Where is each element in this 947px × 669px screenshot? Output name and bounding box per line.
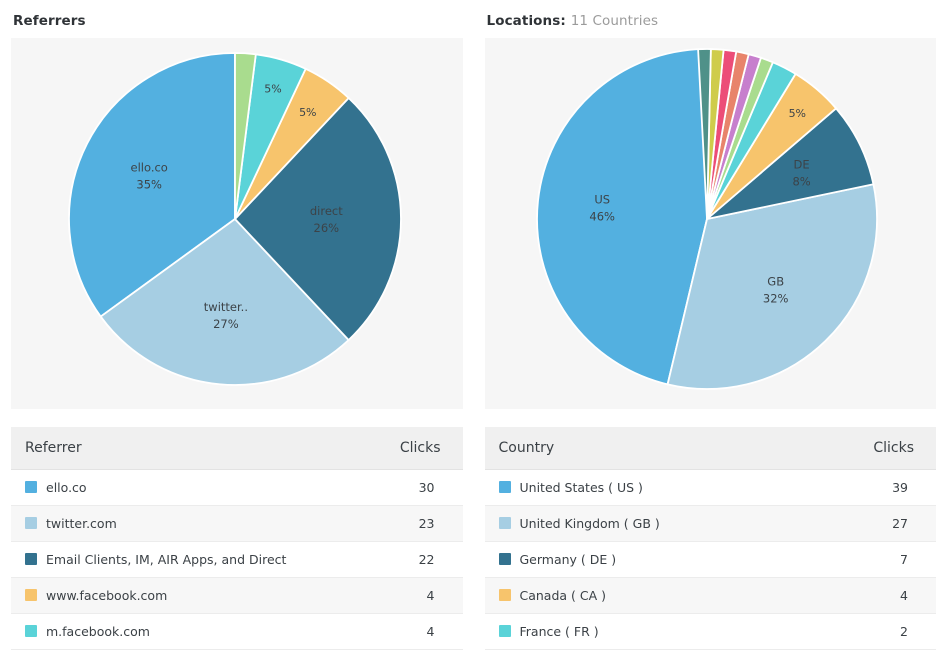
pie-slice-label: twitter..: [204, 300, 248, 314]
row-label: m.facebook.com: [46, 624, 150, 639]
row-label: France ( FR ): [519, 624, 599, 639]
locations-table-row[interactable]: United States ( US ) 39: [484, 469, 936, 506]
pie-slice-label: GB: [767, 275, 784, 289]
color-swatch-icon: [25, 553, 37, 565]
row-label-cell: United Kingdom ( GB ): [484, 505, 806, 542]
color-swatch-icon: [498, 589, 511, 601]
locations-header-row: Country Clicks: [484, 427, 936, 470]
locations-table-body: United States ( US ) 39 United Kingdom ( G…: [484, 469, 936, 650]
referrers-table-row[interactable]: ello.co 30: [11, 469, 463, 506]
locations-chart-panel: US 46% GB 32% DE 8% 5%: [484, 38, 936, 409]
pie-slice-percent: 26%: [314, 221, 340, 235]
pie-slice-label: ello.co: [131, 160, 168, 174]
pie-slice-percent: 5%: [264, 82, 281, 95]
row-clicks: 39: [805, 469, 936, 506]
referrers-table-row[interactable]: twitter.com 23: [11, 505, 463, 542]
referrers-col-clicks[interactable]: Clicks: [367, 427, 463, 470]
row-label-cell: Canada ( CA ): [484, 577, 806, 614]
pie-slice-percent: 32%: [762, 292, 788, 306]
color-swatch-icon: [25, 481, 37, 493]
referrers-table-row[interactable]: Email Clients, IM, AIR Apps, and Direct 2…: [11, 541, 463, 578]
row-label-cell: Germany ( DE ): [484, 541, 806, 578]
row-clicks: 23: [367, 505, 463, 542]
referrers-column: Referrers ello.co 35% twitter.. 27% direct 26…: [0, 0, 474, 650]
row-clicks: 2: [805, 613, 936, 650]
referrers-table-row[interactable]: www.facebook.com 4: [11, 577, 463, 614]
row-clicks: 27: [805, 505, 936, 542]
locations-table-row[interactable]: Canada ( CA ) 4: [484, 577, 936, 614]
dashboard-root: Referrers ello.co 35% twitter.. 27% direct 26…: [0, 0, 947, 650]
referrers-table-body: ello.co 30 twitter.com 23 Email Clients, IM,…: [11, 469, 463, 650]
locations-table: Country Clicks United States ( US ) 39 Uni…: [484, 427, 936, 650]
locations-title-text: Locations:: [486, 13, 566, 29]
pie-slice-percent: 5%: [788, 107, 805, 120]
locations-country-count: 11 Countries: [570, 13, 659, 29]
row-clicks: 30: [367, 469, 463, 506]
locations-table-row[interactable]: United Kingdom ( GB ) 27: [484, 505, 936, 542]
pie-slice-percent: 8%: [792, 175, 810, 189]
row-label: twitter.com: [46, 516, 117, 531]
referrers-table: Referrer Clicks ello.co 30 twitter.com 23 Em…: [11, 427, 463, 650]
locations-section-title: Locations: 11 Countries: [485, 0, 937, 38]
row-label: United States ( US ): [519, 480, 643, 495]
row-label: Canada ( CA ): [519, 588, 607, 603]
color-swatch-icon: [498, 553, 511, 565]
pie-slice-percent: 5%: [299, 106, 316, 119]
row-clicks: 4: [367, 613, 463, 650]
row-label: ello.co: [46, 480, 87, 495]
referrers-title-text: Referrers: [13, 13, 86, 29]
row-label-cell: www.facebook.com: [11, 577, 368, 614]
row-label-cell: Email Clients, IM, AIR Apps, and Direct: [11, 541, 368, 578]
row-label: Germany ( DE ): [519, 552, 617, 567]
color-swatch-icon: [498, 481, 511, 493]
referrers-section-title: Referrers: [11, 0, 463, 38]
locations-table-row[interactable]: Germany ( DE ) 7: [484, 541, 936, 578]
referrers-col-referrer[interactable]: Referrer: [11, 427, 368, 470]
pie-slice-percent: 27%: [213, 317, 239, 331]
row-label-cell: twitter.com: [11, 505, 368, 542]
row-label-cell: ello.co: [11, 469, 368, 506]
locations-column: Locations: 11 Countries US 46% GB 32% DE 8% 5%…: [474, 0, 947, 650]
row-label-cell: m.facebook.com: [11, 613, 368, 650]
locations-col-country[interactable]: Country: [484, 427, 806, 470]
row-clicks: 4: [805, 577, 936, 614]
referrers-pie-chart[interactable]: ello.co 35% twitter.. 27% direct 26% 5% 5%: [11, 38, 462, 409]
pie-slice-label: US: [594, 193, 610, 207]
locations-col-clicks[interactable]: Clicks: [805, 427, 936, 470]
color-swatch-icon: [498, 625, 511, 637]
referrers-header-row: Referrer Clicks: [11, 427, 463, 470]
row-clicks: 22: [367, 541, 463, 578]
locations-table-row[interactable]: France ( FR ) 2: [484, 613, 936, 650]
locations-pie-chart[interactable]: US 46% GB 32% DE 8% 5%: [485, 38, 936, 409]
color-swatch-icon: [25, 517, 37, 529]
locations-table-head: Country Clicks: [484, 427, 936, 470]
referrers-table-head: Referrer Clicks: [11, 427, 463, 470]
referrers-chart-panel: ello.co 35% twitter.. 27% direct 26% 5% 5%: [11, 38, 463, 409]
color-swatch-icon: [25, 589, 37, 601]
row-label: www.facebook.com: [46, 588, 168, 603]
pie-slice-percent: 46%: [589, 210, 615, 224]
color-swatch-icon: [498, 517, 511, 529]
pie-slice-label: DE: [793, 158, 809, 172]
row-label-cell: France ( FR ): [484, 613, 806, 650]
pie-slice-percent: 35%: [136, 177, 162, 191]
color-swatch-icon: [25, 625, 37, 637]
row-label-cell: United States ( US ): [484, 469, 806, 506]
row-label: Email Clients, IM, AIR Apps, and Direct: [46, 552, 287, 567]
pie-slice-label: direct: [310, 204, 343, 218]
row-label: United Kingdom ( GB ): [519, 516, 660, 531]
row-clicks: 7: [805, 541, 936, 578]
referrers-table-row[interactable]: m.facebook.com 4: [11, 613, 463, 650]
row-clicks: 4: [367, 577, 463, 614]
